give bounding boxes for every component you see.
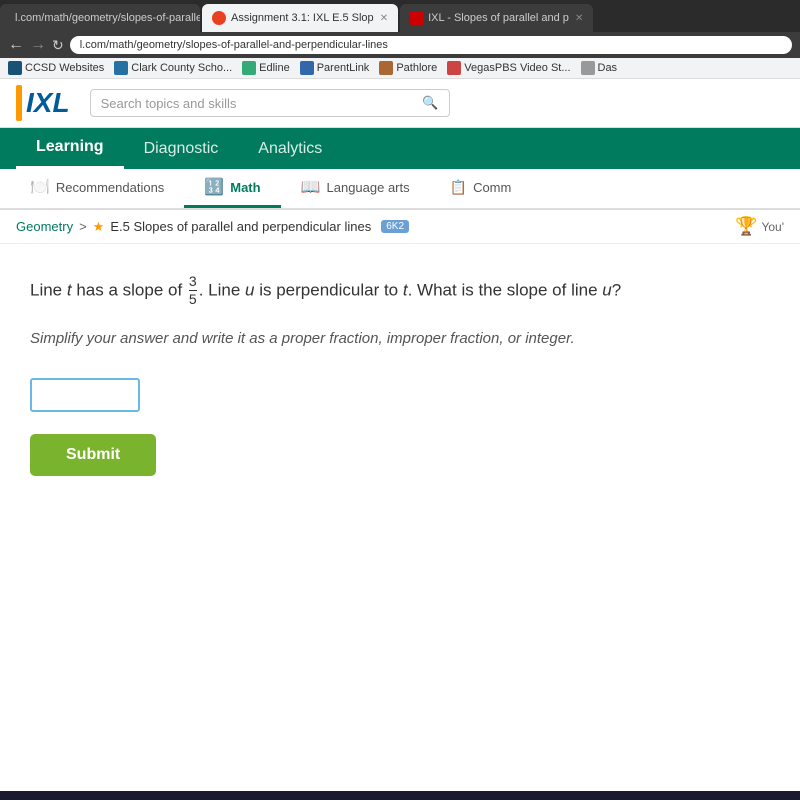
you-label: You' [761,220,784,234]
ixl-logo-bar [16,85,22,121]
fraction-denominator: 5 [189,291,197,307]
text-before: Line [30,280,67,299]
tab-3-favicon [410,11,424,25]
tab-3-close[interactable]: ✕ [575,13,583,24]
ixl-header: IXL Search topics and skills 🔍 [0,79,800,128]
subnav-math[interactable]: 🔢 Math [184,169,280,208]
browser-chrome: l.com/math/geometry/slopes-of-parallel-a… [0,0,800,79]
bookmarks-bar: CCSD Websites Clark County Scho... Edlin… [0,58,800,79]
bookmark-das-label: Das [598,62,618,74]
nav-back[interactable]: ← [8,36,24,54]
breadcrumb-separator: > [79,219,87,234]
trophy-icon: 🏆 [735,216,757,237]
tab-1-label: l.com/math/geometry/slopes-of-parallel-a… [15,12,200,24]
recommend-icon: 🍽️ [30,177,50,197]
ccsd-icon [8,61,22,75]
bookmark-das[interactable]: Das [581,61,618,75]
instruction-text: Simplify your answer and write it as a p… [30,328,770,351]
edline-icon [242,61,256,75]
vegas-icon [447,61,461,75]
submit-button[interactable]: Submit [30,434,156,476]
text-u-intro: . Line [199,280,245,299]
ixl-page: IXL Search topics and skills 🔍 Learning … [0,79,800,791]
var-u: u [245,280,254,299]
bookmark-edline-label: Edline [259,62,290,74]
breadcrumb: Geometry > ★ E.5 Slopes of parallel and … [0,210,800,244]
text-perp: is perpendicular to [255,280,403,299]
bookmark-vegas-label: VegasPBS Video St... [464,62,570,74]
subnav-comm-label: Comm [473,180,511,195]
clark-icon [114,61,128,75]
bookmark-edline[interactable]: Edline [242,61,290,75]
bookmark-vegas[interactable]: VegasPBS Video St... [447,61,570,75]
search-icon: 🔍 [422,95,438,111]
tab-2-label: Assignment 3.1: IXL E.5 Slop [231,12,374,24]
tab-2[interactable]: Assignment 3.1: IXL E.5 Slop ✕ [202,4,398,32]
address-text: l.com/math/geometry/slopes-of-parallel-a… [80,39,388,51]
address-bar-row: ← → ↻ l.com/math/geometry/slopes-of-para… [0,32,800,58]
bookmark-pathlore-label: Pathlore [396,62,437,74]
problem-text: Line t has a slope of 3 5 . Line u is pe… [30,274,770,308]
bookmark-ccsd-label: CCSD Websites [25,62,104,74]
ixl-logo-text: IXL [26,87,70,119]
answer-input[interactable] [30,378,140,412]
bookmark-parentlink[interactable]: ParentLink [300,61,370,75]
pathlore-icon [379,61,393,75]
comm-icon: 📋 [450,179,467,196]
breadcrumb-topic: E.5 Slopes of parallel and perpendicular… [110,219,371,234]
text-question: . What is the slope of line [408,280,603,299]
tab-2-favicon [212,11,226,25]
lang-icon: 📖 [301,177,321,197]
bookmark-pathlore[interactable]: Pathlore [379,61,437,75]
subnav-math-label: Math [230,180,260,195]
ixl-logo[interactable]: IXL [16,85,70,121]
subnav-lang-label: Language arts [327,180,410,195]
subnav-language-arts[interactable]: 📖 Language arts [281,169,430,208]
math-icon: 🔢 [204,177,224,197]
bookmark-parentlink-label: ParentLink [317,62,370,74]
nav-diagnostic[interactable]: Diagnostic [124,130,239,168]
trophy-area: 🏆 You' [735,216,784,237]
tab-1[interactable]: l.com/math/geometry/slopes-of-parallel-a… [0,4,200,32]
ixl-search-box[interactable]: Search topics and skills 🔍 [90,89,450,117]
nav-analytics[interactable]: Analytics [238,130,342,168]
tab-3[interactable]: IXL - Slopes of parallel and p ✕ [400,4,593,32]
ixl-search-label: Search topics and skills [101,96,237,111]
fraction-numerator: 3 [189,274,197,291]
subnav-recommendations-label: Recommendations [56,180,164,195]
tab-bar: l.com/math/geometry/slopes-of-parallel-a… [0,0,800,32]
problem-area: Line t has a slope of 3 5 . Line u is pe… [0,244,800,496]
breadcrumb-subject[interactable]: Geometry [16,219,73,234]
text-end: ? [612,280,621,299]
bookmark-ccsd[interactable]: CCSD Websites [8,61,104,75]
bookmark-clark[interactable]: Clark County Scho... [114,61,232,75]
star-icon: ★ [93,219,105,235]
tab-2-close[interactable]: ✕ [380,13,388,24]
nav-refresh[interactable]: ↻ [52,37,64,54]
nav-learning[interactable]: Learning [16,128,124,169]
bookmark-clark-label: Clark County Scho... [131,62,232,74]
nav-forward[interactable]: → [30,36,46,54]
address-bar[interactable]: l.com/math/geometry/slopes-of-parallel-a… [70,36,792,54]
breadcrumb-badge: 6K2 [381,220,409,233]
ixl-subnav: 🍽️ Recommendations 🔢 Math 📖 Language art… [0,169,800,210]
text-after-t: has a slope of [72,280,183,299]
var-u2: u [602,280,611,299]
subnav-recommendations[interactable]: 🍽️ Recommendations [10,169,184,208]
das-icon [581,61,595,75]
subnav-comm[interactable]: 📋 Comm [430,169,532,208]
parentlink-icon [300,61,314,75]
slope-fraction: 3 5 [189,274,197,308]
tab-3-label: IXL - Slopes of parallel and p [428,12,569,24]
ixl-nav: Learning Diagnostic Analytics [0,128,800,169]
